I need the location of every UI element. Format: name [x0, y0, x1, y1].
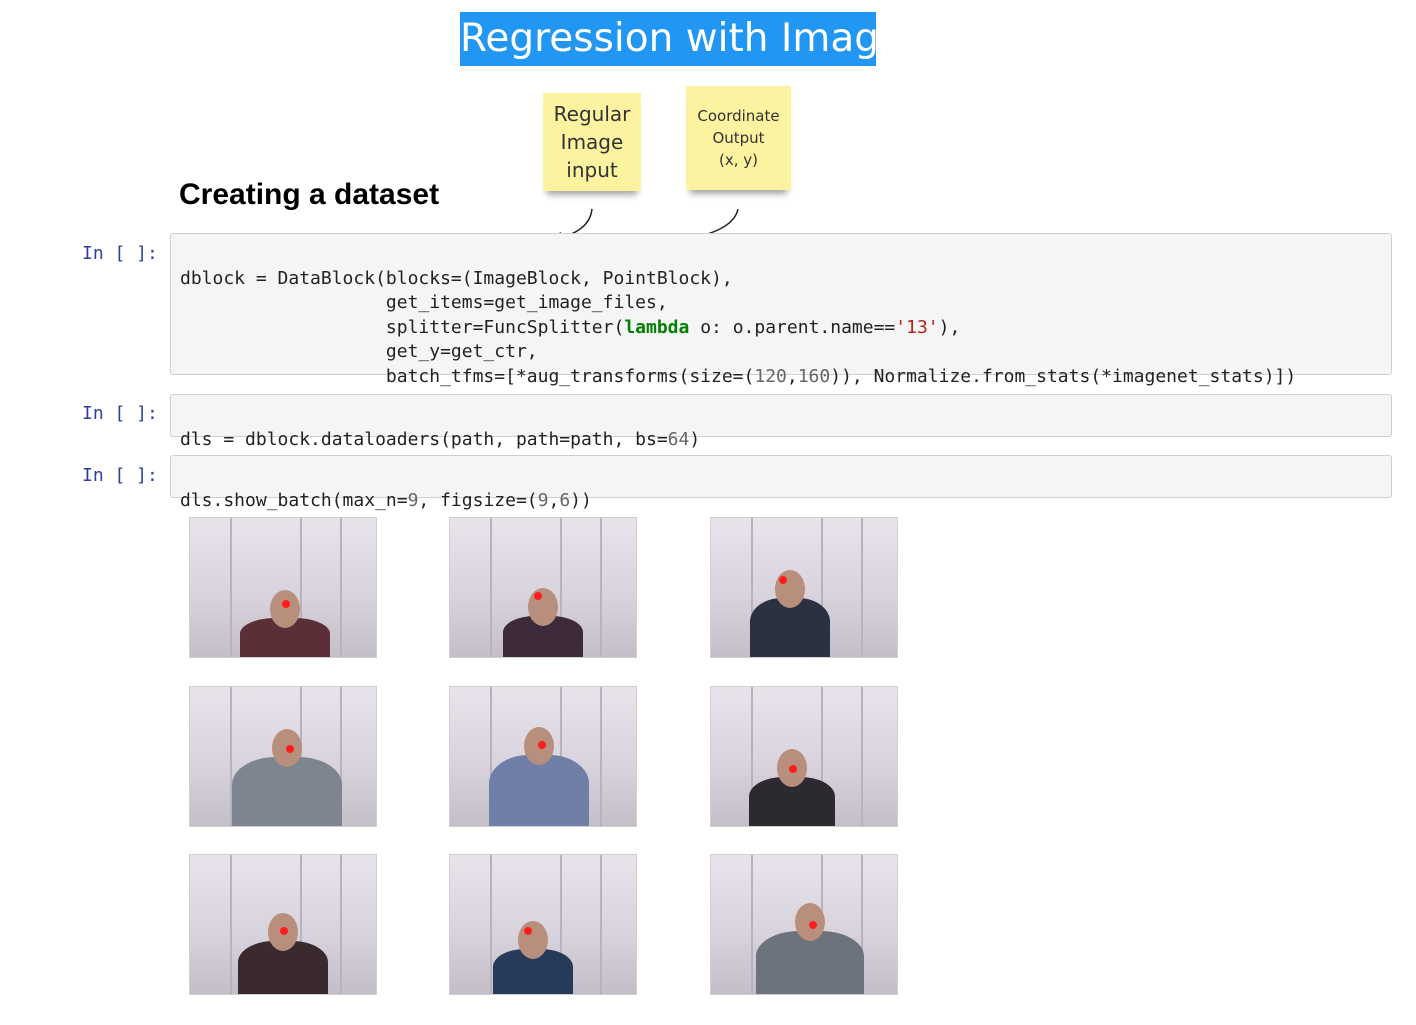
predicted-point — [538, 741, 546, 749]
batch-image — [449, 517, 637, 658]
batch-image — [189, 686, 377, 827]
predicted-point — [534, 592, 542, 600]
note-line: Regular — [553, 102, 631, 126]
predicted-point — [282, 600, 290, 608]
predicted-point — [779, 576, 787, 584]
code-line: dls = dblock.dataloaders(path, path=path… — [180, 428, 701, 450]
code-line: splitter=FuncSplitter(lambda o: o.parent… — [180, 316, 961, 338]
cell-prompt: In [ ]: — [82, 243, 158, 264]
batch-image — [189, 517, 377, 658]
predicted-point — [286, 745, 294, 753]
code-line: batch_tfms=[*aug_transforms(size=(120,16… — [180, 365, 1297, 387]
batch-image — [449, 854, 637, 995]
code-line: get_items=get_image_files, — [180, 292, 668, 314]
batch-image — [710, 854, 898, 995]
code-cell-show-batch[interactable]: dls.show_batch(max_n=9, figsize=(9,6)) — [170, 455, 1392, 511]
code-line: dblock = DataBlock(blocks=(ImageBlock, P… — [180, 267, 733, 289]
batch-image — [710, 517, 898, 658]
predicted-point — [789, 765, 797, 773]
batch-image — [710, 686, 898, 827]
note-line: Output — [712, 129, 765, 147]
code-cell-dataloaders[interactable]: dls = dblock.dataloaders(path, path=path… — [170, 394, 1392, 450]
section-heading: Creating a dataset — [179, 178, 440, 211]
note-line: (x, y) — [719, 151, 758, 169]
note-line: input — [566, 158, 618, 182]
note-line: Coordinate — [697, 107, 780, 125]
predicted-point — [524, 927, 532, 935]
predicted-point — [280, 927, 288, 935]
slide-title: Regression with Images — [460, 12, 923, 66]
sticky-note-image-input: Regular Image input — [543, 93, 641, 191]
sticky-note-coordinate-output: Coordinate Output (x, y) — [686, 86, 791, 190]
predicted-point — [809, 921, 817, 929]
cell-prompt: In [ ]: — [82, 403, 158, 424]
code-line: dls.show_batch(max_n=9, figsize=(9,6)) — [180, 489, 592, 511]
code-cell-datablock[interactable]: dblock = DataBlock(blocks=(ImageBlock, P… — [170, 233, 1392, 387]
note-line: Image — [560, 130, 624, 154]
code-line: get_y=get_ctr, — [180, 341, 538, 363]
batch-image — [449, 686, 637, 827]
cell-prompt: In [ ]: — [82, 465, 158, 486]
batch-image — [189, 854, 377, 995]
